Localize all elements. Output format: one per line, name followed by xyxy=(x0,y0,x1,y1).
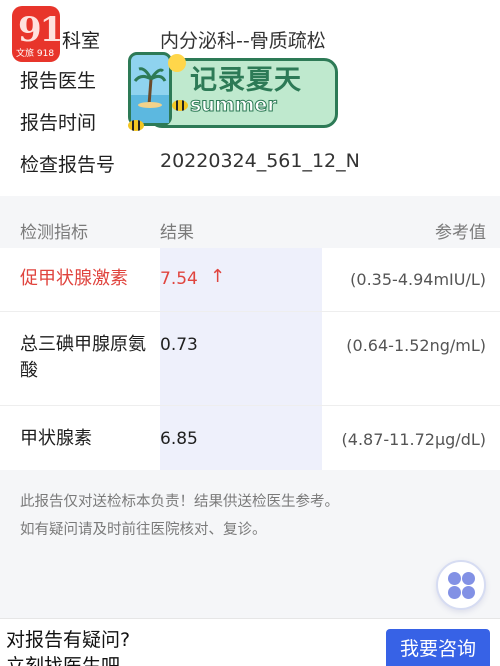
consult-prompt-line2: 立刻找医生吧 xyxy=(6,655,121,666)
reference-range: (0.35-4.94mIU/L) xyxy=(350,270,486,289)
header-reference: 参考值 xyxy=(435,223,486,243)
table-row: 促甲状腺激素 7.54 ↑ (0.35-4.94mIU/L) xyxy=(0,248,500,312)
result-value: 0.73 xyxy=(160,335,198,355)
info-label: 科室 xyxy=(62,30,101,52)
floating-menu-button[interactable] xyxy=(436,560,486,610)
info-row-report-number: 检查报告号 20220324_561_12_N xyxy=(0,146,500,186)
indicator-name: 甲状腺素 xyxy=(20,428,92,449)
table-row: 总三碘甲腺原氨酸 0.73 (0.64-1.52ng/mL) xyxy=(0,312,500,406)
reference-range: (0.64-1.52ng/mL) xyxy=(346,336,486,355)
logo-number: 918 xyxy=(18,10,60,50)
logo-caption: 文旅 918 xyxy=(16,49,55,59)
channel-logo: 918 文旅 918 xyxy=(12,6,60,62)
report-disclaimer: 此报告仅对送检标本负责！结果供送检医生参考。 如有疑问请及时前往医院核对、复诊。 xyxy=(20,488,460,544)
results-table-header: 检测指标 结果 参考值 xyxy=(0,206,500,248)
grid-dot xyxy=(448,572,461,585)
disclaimer-line: 此报告仅对送检标本负责！结果供送检医生参考。 xyxy=(20,494,339,510)
arrow-up-icon: ↑ xyxy=(210,266,226,287)
sticker-subtitle: summer xyxy=(190,94,278,117)
info-value: 20220324_561_12_N xyxy=(160,150,360,172)
indicator-name: 促甲状腺激素 xyxy=(20,268,128,289)
consult-prompt-line1: 对报告有疑问? xyxy=(6,629,131,651)
palm-tree-icon xyxy=(131,67,169,123)
bottom-action-bar: 对报告有疑问? 立刻找医生吧 我要咨询 xyxy=(0,618,500,666)
sun-icon xyxy=(168,54,186,72)
disclaimer-line: 如有疑问请及时前往医院核对、复诊。 xyxy=(20,522,267,538)
info-label: 报告医生 xyxy=(20,70,97,92)
table-row: 甲状腺素 6.85 (4.87-11.72μg/dL) xyxy=(0,406,500,470)
phone-icon xyxy=(128,52,172,126)
info-label: 报告时间 xyxy=(20,112,97,134)
header-indicator: 检测指标 xyxy=(20,223,88,243)
summer-sticker: 记录夏天 summer xyxy=(128,52,342,134)
grid-dot xyxy=(462,572,475,585)
result-value: 6.85 xyxy=(160,429,198,449)
bee-icon xyxy=(128,120,144,131)
result-value: 7.54 xyxy=(160,269,198,289)
grid-dot xyxy=(448,586,461,599)
sticker-title: 记录夏天 xyxy=(190,65,302,96)
header-result: 结果 xyxy=(160,223,194,243)
bee-icon xyxy=(172,100,188,111)
info-value: 内分泌科--骨质疏松 xyxy=(160,30,326,52)
indicator-name: 总三碘甲腺原氨酸 xyxy=(20,334,146,381)
consult-button[interactable]: 我要咨询 xyxy=(386,629,490,666)
reference-range: (4.87-11.72μg/dL) xyxy=(341,430,486,449)
info-label: 检查报告号 xyxy=(20,154,116,176)
grid-dot xyxy=(462,586,475,599)
